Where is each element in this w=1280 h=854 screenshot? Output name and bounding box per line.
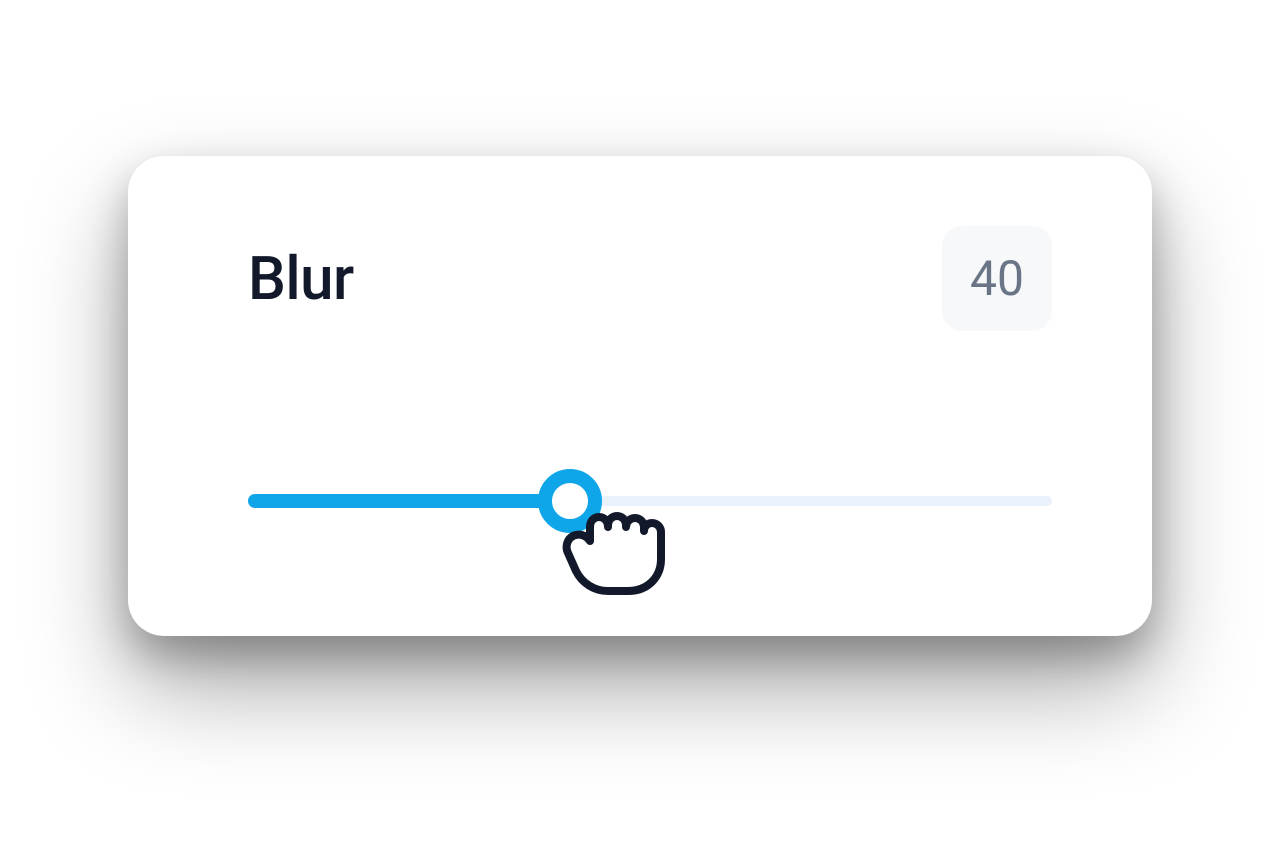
slider-value-badge[interactable]: 40 (942, 226, 1052, 331)
slider-header-row: Blur 40 (248, 226, 1052, 331)
slider-label: Blur (248, 243, 354, 314)
slider-track-fill (248, 494, 570, 508)
slider-handle[interactable] (538, 469, 602, 533)
blur-slider-card: Blur 40 (128, 156, 1152, 636)
blur-slider[interactable] (248, 471, 1052, 531)
